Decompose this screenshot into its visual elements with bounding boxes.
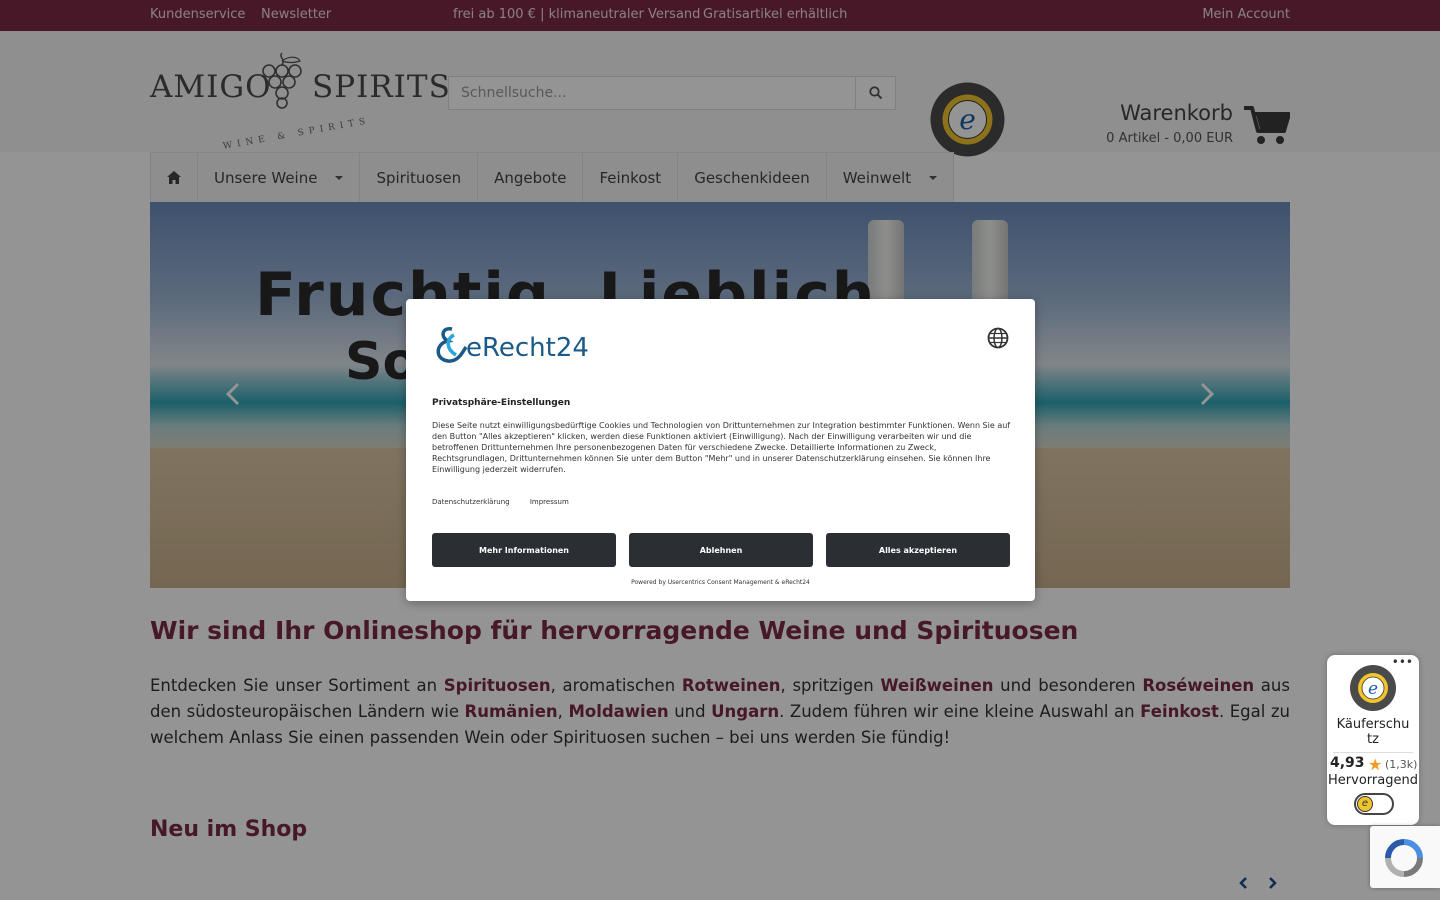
trusted-shops-widget[interactable]: ••• e Käuferschutz 4,93 ★ (1,3k) Hervorr… (1327, 655, 1419, 825)
buyer-protection-label: Käuferschutz (1336, 717, 1410, 747)
privacy-policy-link[interactable]: Datenschutzerklärung (432, 498, 510, 506)
consent-buttons: Mehr Informationen Ablehnen Alles akzept… (432, 533, 1010, 567)
trusted-shops-seal-icon: e (1350, 665, 1396, 711)
consent-title: Privatsphäre-Einstellungen (432, 398, 571, 408)
svg-text:e: e (1368, 679, 1378, 699)
brand-name: eRecht24 (466, 333, 589, 363)
recaptcha-badge[interactable] (1370, 826, 1440, 888)
consent-links: Datenschutzerklärung Impressum (432, 498, 587, 506)
imprint-link[interactable]: Impressum (530, 498, 569, 506)
divider (1333, 752, 1413, 753)
rating-label: Hervorragend (1328, 773, 1418, 788)
globe-icon[interactable] (987, 327, 1009, 349)
accept-all-button[interactable]: Alles akzeptieren (826, 533, 1010, 567)
consent-description: Diese Seite nutzt einwilligungsbedürftig… (432, 421, 1011, 474)
star-icon: ★ (1368, 755, 1383, 774)
erecht24-logo: eRecht24 (432, 325, 602, 365)
cookie-consent-dialog: eRecht24 Privatsphäre-Einstellungen Dies… (406, 299, 1035, 601)
recaptcha-icon (1385, 839, 1423, 877)
powered-by: Powered by Usercentrics Consent Manageme… (631, 579, 810, 586)
review-count: (1,3k) (1385, 758, 1418, 771)
rating-score: 4,93 (1330, 755, 1365, 771)
trusted-shops-toggle[interactable]: e (1354, 793, 1394, 815)
trusted-shops-e-icon: e (1357, 796, 1373, 812)
decline-button[interactable]: Ablehnen (629, 533, 813, 567)
erecht24-icon (436, 327, 468, 363)
more-info-button[interactable]: Mehr Informationen (432, 533, 616, 567)
